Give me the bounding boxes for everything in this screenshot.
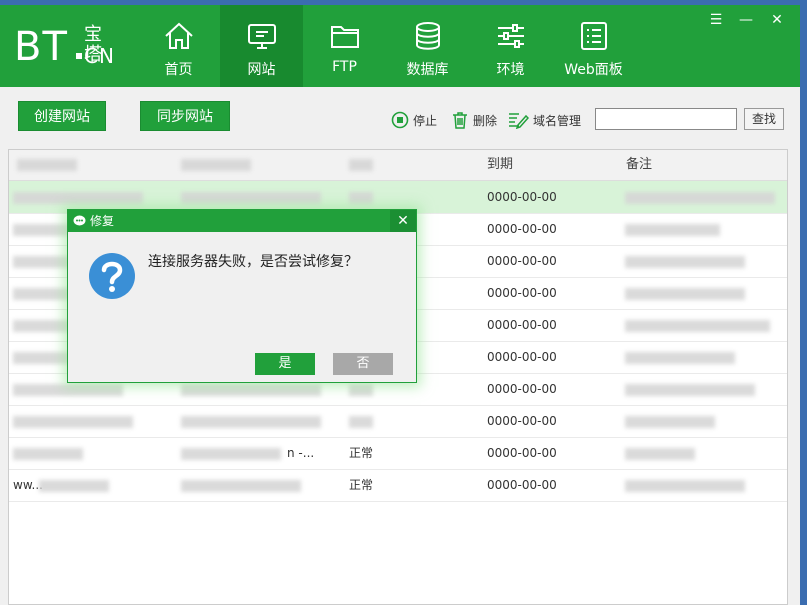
domain-manage-button[interactable]: 域名管理 xyxy=(507,109,581,131)
blurred-cell xyxy=(625,448,695,460)
nav-label: Web面板 xyxy=(564,62,623,78)
folder-icon xyxy=(331,26,359,48)
stop-icon xyxy=(391,111,409,129)
sync-site-button[interactable]: 同步网站 xyxy=(140,101,230,131)
blurred-cell xyxy=(13,192,143,204)
nav-label: 数据库 xyxy=(406,62,449,78)
blurred-cell xyxy=(181,192,321,204)
search-input[interactable] xyxy=(595,108,737,130)
blurred-cell xyxy=(13,416,133,428)
logo-bt: BT xyxy=(14,24,68,70)
column-header-expiry[interactable]: 到期 xyxy=(487,150,513,180)
chat-icon xyxy=(73,215,86,226)
dialog-close-button[interactable]: ✕ xyxy=(390,210,416,232)
expiry-cell: 0000-00-00 xyxy=(487,414,557,428)
blurred-cell xyxy=(13,384,123,396)
menu-icon[interactable]: ☰ xyxy=(701,9,731,31)
blurred-cell xyxy=(625,192,775,204)
blurred-cell xyxy=(181,416,321,428)
nav-label: 环境 xyxy=(496,62,525,78)
close-button[interactable]: ✕ xyxy=(761,9,793,31)
logo-cn-bottom: CN xyxy=(84,44,115,68)
nav-ftp[interactable]: FTP xyxy=(303,5,386,87)
blurred-cell xyxy=(349,416,373,428)
expiry-cell: 0000-00-00 xyxy=(487,190,557,204)
nav-label: FTP xyxy=(332,59,357,75)
expiry-cell: 0000-00-00 xyxy=(487,286,557,300)
table-header: 到期 备注 xyxy=(9,150,787,181)
trash-icon xyxy=(453,112,467,129)
expiry-cell: 0000-00-00 xyxy=(487,350,557,364)
edit-icon xyxy=(509,113,529,129)
expiry-cell: 0000-00-00 xyxy=(487,382,557,396)
repair-dialog: 修复 ✕ 连接服务器失败，是否尝试修复？ 是 否 xyxy=(67,209,417,383)
blurred-cell xyxy=(625,288,745,300)
delete-label: 删除 xyxy=(473,113,498,128)
dialog-titlebar: 修复 ✕ xyxy=(68,210,416,232)
stop-label: 停止 xyxy=(413,113,438,128)
blurred-cell xyxy=(39,480,109,492)
nav-label: 首页 xyxy=(164,62,193,78)
blurred-cell xyxy=(181,384,321,396)
blurred-cell xyxy=(625,256,745,268)
main-nav: 首页 网站 FTP 数据库 环境 Web面板 xyxy=(137,5,635,87)
no-button[interactable]: 否 xyxy=(333,353,393,375)
expiry-cell: 0000-00-00 xyxy=(487,478,557,492)
stop-button[interactable]: 停止 xyxy=(391,109,437,131)
blurred-cell xyxy=(625,416,715,428)
create-site-button[interactable]: 创建网站 xyxy=(18,101,106,131)
delete-button[interactable]: 删除 xyxy=(451,109,497,131)
blurred-cell xyxy=(181,480,301,492)
list-icon xyxy=(581,22,607,50)
blurred-cell xyxy=(625,224,720,236)
toolbar: 创建网站 同步网站 停止 删除 域名管理 查找 xyxy=(0,87,800,149)
dialog-title: 修复 xyxy=(90,214,115,228)
yes-button[interactable]: 是 xyxy=(255,353,315,375)
logo-dot xyxy=(76,53,82,59)
database-icon xyxy=(416,22,440,50)
expiry-cell: 0000-00-00 xyxy=(487,254,557,268)
nav-web-panel[interactable]: Web面板 xyxy=(552,5,635,87)
path-cell: n -... xyxy=(287,446,315,460)
blurred-header xyxy=(349,159,373,171)
home-icon xyxy=(165,22,193,49)
header-bar: BT 宝塔 CN 首页 网站 FTP 数据库 环境 Web面板 ☰ — ✕ xyxy=(0,5,800,87)
domain-manage-label: 域名管理 xyxy=(533,113,582,128)
minimize-button[interactable]: — xyxy=(731,9,761,31)
search-button[interactable]: 查找 xyxy=(744,108,784,130)
blurred-cell xyxy=(625,320,770,332)
blurred-cell xyxy=(625,352,735,364)
blurred-cell xyxy=(181,448,281,460)
nav-website[interactable]: 网站 xyxy=(220,5,303,87)
expiry-cell: 0000-00-00 xyxy=(487,222,557,236)
window-controls: ☰ — ✕ xyxy=(701,9,793,31)
table-row[interactable]: n -... 正常 0000-00-00 xyxy=(9,437,787,470)
column-header-remark[interactable]: 备注 xyxy=(626,150,652,180)
blurred-cell xyxy=(349,384,373,396)
monitor-icon xyxy=(248,24,276,49)
status-cell[interactable]: 正常 xyxy=(349,469,373,501)
blurred-cell xyxy=(625,384,755,396)
nav-label: 网站 xyxy=(247,62,276,78)
blurred-cell xyxy=(13,448,83,460)
table-row[interactable]: 0000-00-00 xyxy=(9,405,787,438)
blurred-cell xyxy=(625,480,745,492)
nav-environment[interactable]: 环境 xyxy=(469,5,552,87)
blurred-cell xyxy=(349,192,373,204)
nav-database[interactable]: 数据库 xyxy=(386,5,469,87)
expiry-cell: 0000-00-00 xyxy=(487,318,557,332)
nav-home[interactable]: 首页 xyxy=(137,5,220,87)
blurred-header xyxy=(17,159,77,171)
table-row[interactable]: ww... 正常 0000-00-00 xyxy=(9,469,787,502)
app-window: BT 宝塔 CN 首页 网站 FTP 数据库 环境 Web面板 ☰ — ✕ 创建… xyxy=(0,5,800,605)
expiry-cell: 0000-00-00 xyxy=(487,446,557,460)
sliders-icon xyxy=(498,24,524,48)
status-cell[interactable]: 正常 xyxy=(349,437,373,469)
dialog-message: 连接服务器失败，是否尝试修复？ xyxy=(148,254,358,270)
blurred-header xyxy=(181,159,251,171)
question-icon xyxy=(89,253,135,299)
